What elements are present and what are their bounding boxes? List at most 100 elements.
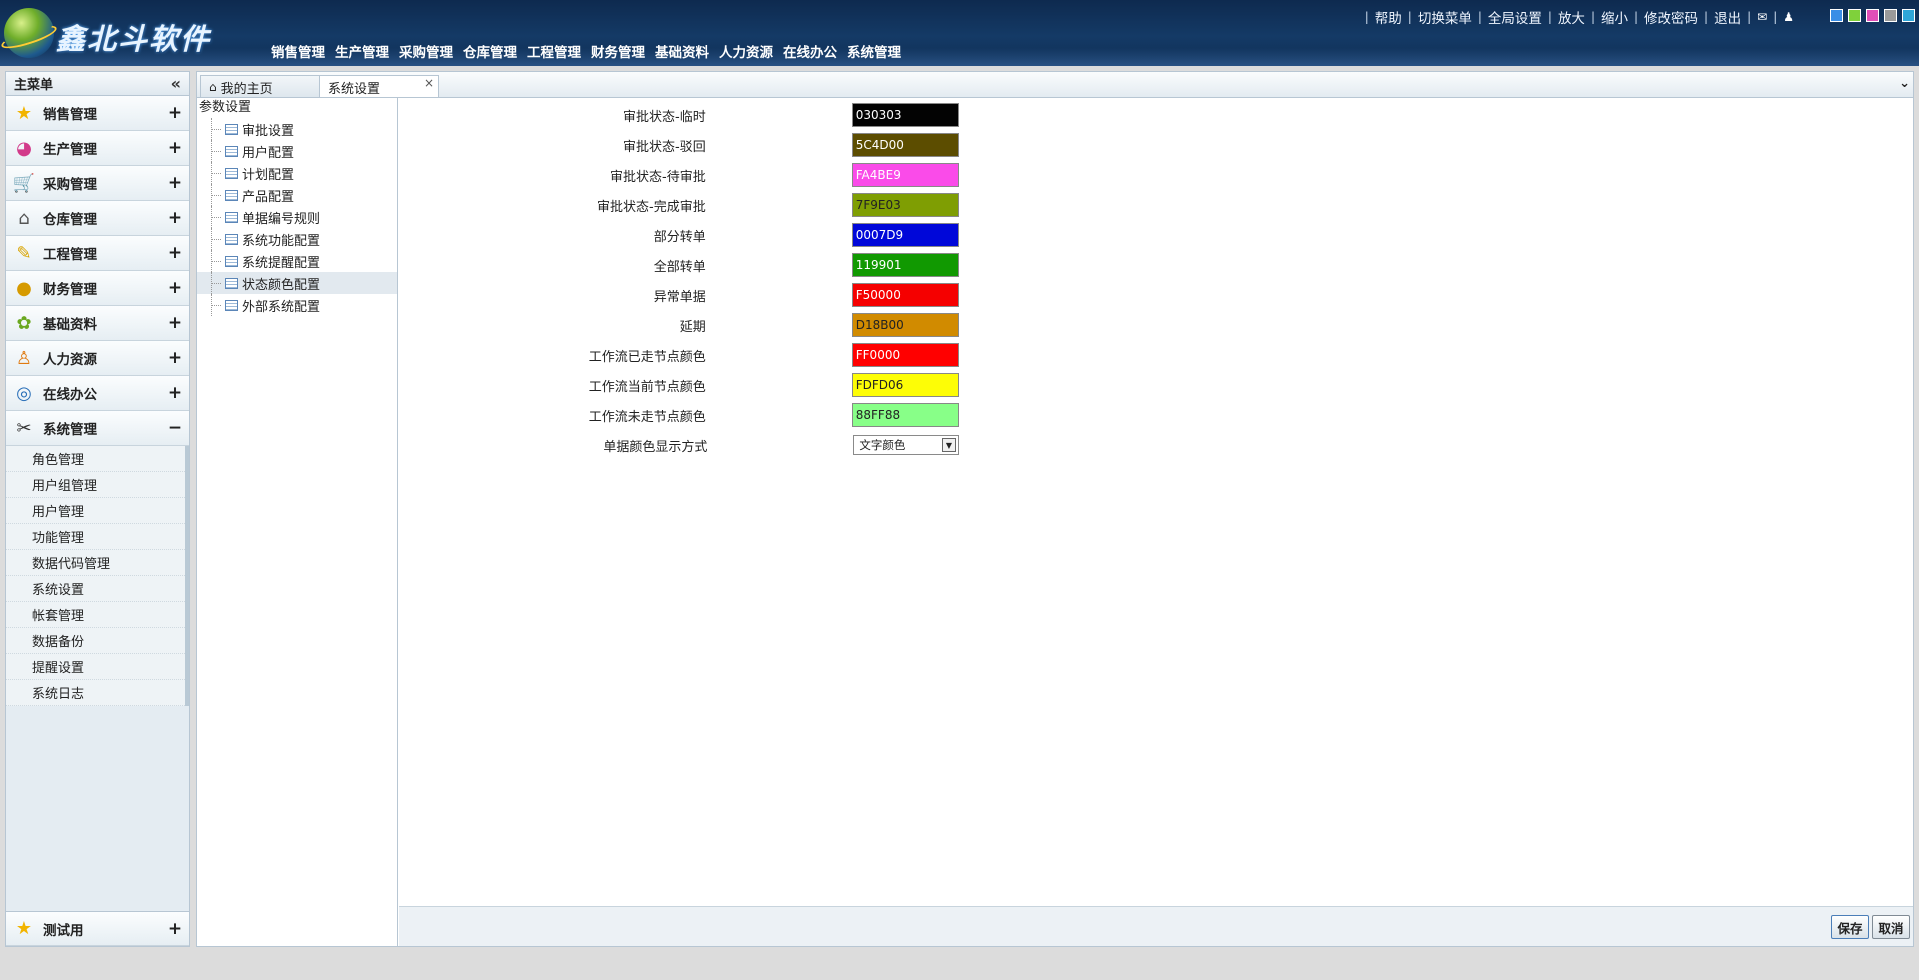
topnav-warehouse[interactable]: 仓库管理 [458,41,522,61]
global-settings-link[interactable]: 全局设置 [1488,7,1542,27]
color-input[interactable]: 88FF88 [851,403,959,427]
tree-node-plan-config[interactable]: 计划配置 [197,162,397,184]
menu-group-finance[interactable]: ● 财务管理 + [6,271,189,306]
tree-root[interactable]: 参数设置 [197,98,397,118]
zoom-in-link[interactable]: 放大 [1558,7,1585,27]
expand-icon[interactable]: + [166,313,184,333]
expand-icon[interactable]: + [166,383,184,403]
topnav-finance[interactable]: 财务管理 [586,41,650,61]
chevron-down-icon: ▼ [942,438,956,452]
form-row: 审批状态-驳回 5C4D00 [399,130,959,160]
menu-group-office[interactable]: ◎ 在线办公 + [6,376,189,411]
menu-group-test[interactable]: ★ 测试用 + [6,911,189,946]
expand-icon[interactable]: + [166,348,184,368]
user-icon[interactable]: ♟ [1783,10,1794,24]
menu-group-system[interactable]: ✂ 系统管理 − [6,411,189,446]
settings-tree: 参数设置 审批设置 用户配置 计划配置 产品配置 单据编号规则 系统功能配置 系… [197,98,398,946]
submenu-data-backup[interactable]: 数据备份 [6,628,185,654]
cancel-button[interactable]: 取消 [1872,915,1910,939]
menu-group-sales[interactable]: ★ 销售管理 + [6,96,189,131]
sidebar-title: 主菜单 [14,78,54,93]
menu-group-engineering[interactable]: ✎ 工程管理 + [6,236,189,271]
menu-group-purchase[interactable]: 🛒 采购管理 + [6,166,189,201]
skin-switcher [1830,9,1915,22]
production-icon: ◕ [16,137,32,159]
topnav-engineering[interactable]: 工程管理 [522,41,586,61]
color-input[interactable]: 0007D9 [851,223,959,247]
menu-group-production[interactable]: ◕ 生产管理 + [6,131,189,166]
tree-node-doc-numbering[interactable]: 单据编号规则 [197,206,397,228]
action-bar: 保存 取消 [399,906,1913,946]
color-input[interactable]: 030303 [851,103,959,127]
table-icon [225,189,238,201]
color-input[interactable]: 7F9E03 [851,193,959,217]
topnav-sales[interactable]: 销售管理 [266,41,330,61]
tab-list-chevron-icon[interactable]: ⌄ [1899,76,1910,91]
menu-group-basic-data[interactable]: ✿ 基础资料 + [6,306,189,341]
submenu-system-log[interactable]: 系统日志 [6,680,185,706]
tree-node-system-function[interactable]: 系统功能配置 [197,228,397,250]
color-input[interactable]: FA4BE9 [851,163,959,187]
topnav-hr[interactable]: 人力资源 [714,41,778,61]
zoom-out-link[interactable]: 缩小 [1601,7,1628,27]
system-submenu: 角色管理 用户组管理 用户管理 功能管理 数据代码管理 系统设置 帐套管理 数据… [6,446,189,706]
tab-bar: ⌂ 我的主页 系统设置 × ⌄ [196,71,1914,98]
menu-group-hr[interactable]: ♙ 人力资源 + [6,341,189,376]
collapse-sidebar-icon[interactable]: « [171,74,181,93]
color-input[interactable]: FDFD06 [851,373,959,397]
expand-icon[interactable]: + [166,919,184,939]
color-input[interactable]: 119901 [851,253,959,277]
expand-icon[interactable]: + [166,138,184,158]
skin-swatch-green[interactable] [1848,9,1861,22]
switch-menu-link[interactable]: 切换菜单 [1418,7,1472,27]
collapse-icon[interactable]: − [166,418,184,438]
topnav-office[interactable]: 在线办公 [778,41,842,61]
tab-system-settings[interactable]: 系统设置 × [319,75,439,98]
topnav-basic-data[interactable]: 基础资料 [650,41,714,61]
topnav-system[interactable]: 系统管理 [842,41,906,61]
submenu-usergroup-management[interactable]: 用户组管理 [6,472,185,498]
submenu-account-set-management[interactable]: 帐套管理 [6,602,185,628]
change-password-link[interactable]: 修改密码 [1644,7,1698,27]
tree-node-status-color[interactable]: 状态颜色配置 [197,272,397,294]
close-tab-icon[interactable]: × [424,76,434,90]
color-input[interactable]: D18B00 [851,313,959,337]
tree-node-product-config[interactable]: 产品配置 [197,184,397,206]
submenu-function-management[interactable]: 功能管理 [6,524,185,550]
tree-node-user-config[interactable]: 用户配置 [197,140,397,162]
form-row: 延期 D18B00 [399,310,959,340]
color-input[interactable]: FF0000 [851,343,959,367]
skin-swatch-gray[interactable] [1884,9,1897,22]
topnav-production[interactable]: 生产管理 [330,41,394,61]
menu-group-warehouse[interactable]: ⌂ 仓库管理 + [6,201,189,236]
system-tools-icon: ✂ [16,417,32,439]
submenu-role-management[interactable]: 角色管理 [6,446,185,472]
help-link[interactable]: 帮助 [1375,7,1402,27]
table-icon [225,145,238,157]
skin-swatch-pink[interactable] [1866,9,1879,22]
expand-icon[interactable]: + [166,278,184,298]
logout-link[interactable]: 退出 [1714,7,1741,27]
expand-icon[interactable]: + [166,173,184,193]
color-input[interactable]: 5C4D00 [851,133,959,157]
submenu-datacode-management[interactable]: 数据代码管理 [6,550,185,576]
submenu-reminder-settings[interactable]: 提醒设置 [6,654,185,680]
topnav-purchase[interactable]: 采购管理 [394,41,458,61]
tree-node-approval[interactable]: 审批设置 [197,118,397,140]
skin-swatch-cyan[interactable] [1902,9,1915,22]
skin-swatch-blue[interactable] [1830,9,1843,22]
tab-home[interactable]: ⌂ 我的主页 [200,75,320,98]
display-mode-select[interactable]: 文字颜色 ▼ [853,435,959,455]
submenu-system-settings[interactable]: 系统设置 [6,576,185,602]
tree-node-external-system[interactable]: 外部系统配置 [197,294,397,316]
expand-icon[interactable]: + [166,208,184,228]
form-row: 单据颜色显示方式 文字颜色 ▼ [399,430,959,460]
expand-icon[interactable]: + [166,103,184,123]
color-input[interactable]: F50000 [851,283,959,307]
mail-icon[interactable]: ✉ [1757,10,1767,24]
tree-node-system-reminder[interactable]: 系统提醒配置 [197,250,397,272]
table-icon [225,167,238,179]
submenu-user-management[interactable]: 用户管理 [6,498,185,524]
expand-icon[interactable]: + [166,243,184,263]
save-button[interactable]: 保存 [1831,915,1869,939]
